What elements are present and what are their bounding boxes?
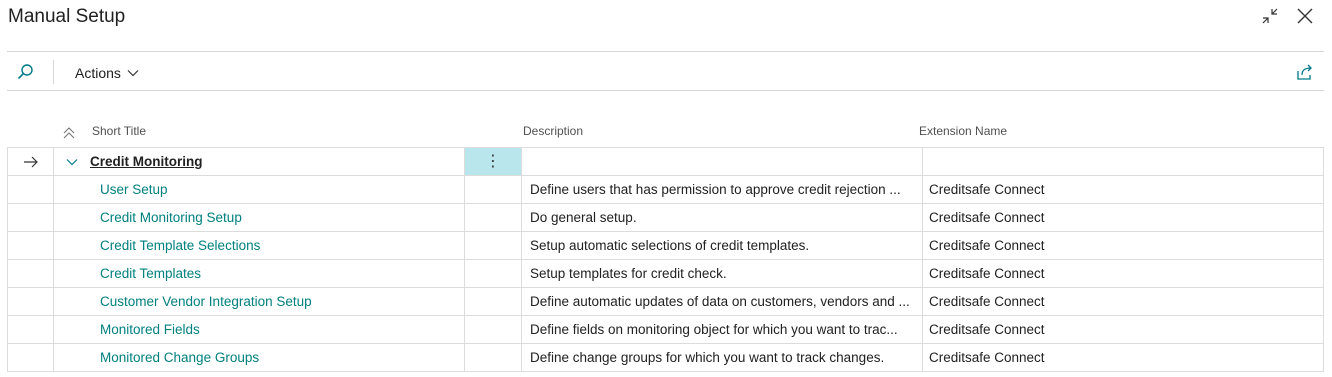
setup-link[interactable]: Monitored Fields xyxy=(54,322,200,337)
close-icon xyxy=(1297,8,1313,24)
page-title: Manual Setup xyxy=(8,6,126,27)
extension-cell: Creditsafe Connect xyxy=(923,260,1324,287)
title-cell: Monitored Fields xyxy=(54,316,465,343)
row-selector[interactable] xyxy=(7,148,54,175)
collapse-button[interactable] xyxy=(1258,5,1282,27)
table-row[interactable]: Monitored Fields Define fields on monito… xyxy=(7,315,1324,343)
description-text: Define change groups for which you want … xyxy=(530,350,885,365)
extension-text: Creditsafe Connect xyxy=(929,322,1045,337)
group-title-cell[interactable]: Credit Monitoring xyxy=(54,148,465,175)
row-menu-cell[interactable] xyxy=(465,344,522,371)
actions-menu-button[interactable]: Actions xyxy=(75,63,139,83)
row-menu-cell[interactable] xyxy=(465,204,522,231)
description-cell: Define automatic updates of data on cust… xyxy=(522,288,923,315)
extension-cell xyxy=(923,148,1324,175)
title-cell: Customer Vendor Integration Setup xyxy=(54,288,465,315)
chevron-down-icon xyxy=(127,70,139,77)
row-selector[interactable] xyxy=(7,316,54,343)
extension-text: Creditsafe Connect xyxy=(929,350,1045,365)
row-menu-cell[interactable] xyxy=(465,176,522,203)
setup-table: Credit Monitoring ⋮ User Setup Define us… xyxy=(7,147,1324,372)
row-menu-cell[interactable] xyxy=(465,232,522,259)
description-text: Setup automatic selections of credit tem… xyxy=(530,238,810,253)
setup-link[interactable]: Credit Templates xyxy=(54,266,201,281)
description-text: Define fields on monitoring object for w… xyxy=(530,322,898,337)
table-row[interactable]: Credit Template Selections Setup automat… xyxy=(7,231,1324,259)
title-cell: Credit Templates xyxy=(54,260,465,287)
title-cell: Credit Template Selections xyxy=(54,232,465,259)
search-icon xyxy=(17,64,33,80)
row-selector[interactable] xyxy=(7,288,54,315)
extension-text: Creditsafe Connect xyxy=(929,266,1045,281)
description-text: Define users that has permission to appr… xyxy=(530,182,901,197)
extension-cell: Creditsafe Connect xyxy=(923,176,1324,203)
column-header-short-title[interactable]: Short Title xyxy=(92,124,146,138)
actions-label: Actions xyxy=(75,65,121,81)
extension-text: Creditsafe Connect xyxy=(929,238,1045,253)
table-row[interactable]: Monitored Change Groups Define change gr… xyxy=(7,343,1324,372)
extension-cell: Creditsafe Connect xyxy=(923,232,1324,259)
description-text: Do general setup. xyxy=(530,210,637,225)
arrow-right-icon xyxy=(23,156,38,167)
description-cell: Setup automatic selections of credit tem… xyxy=(522,232,923,259)
table-row[interactable]: Customer Vendor Integration Setup Define… xyxy=(7,287,1324,315)
group-title[interactable]: Credit Monitoring xyxy=(90,154,202,169)
group-row[interactable]: Credit Monitoring ⋮ xyxy=(7,147,1324,175)
column-header-extension-name[interactable]: Extension Name xyxy=(919,124,1007,138)
table-row[interactable]: Credit Templates Setup templates for cre… xyxy=(7,259,1324,287)
description-cell: Do general setup. xyxy=(522,204,923,231)
title-cell: User Setup xyxy=(54,176,465,203)
manual-setup-page: Manual Setup Actions Short Title Descrip… xyxy=(0,0,1332,377)
setup-link[interactable]: Credit Monitoring Setup xyxy=(54,210,242,225)
collapse-icon xyxy=(1262,8,1278,24)
description-cell xyxy=(522,148,923,175)
extension-text: Creditsafe Connect xyxy=(929,182,1045,197)
row-menu-cell[interactable] xyxy=(465,260,522,287)
row-menu-cell[interactable] xyxy=(465,288,522,315)
description-cell: Define fields on monitoring object for w… xyxy=(522,316,923,343)
setup-link[interactable]: Monitored Change Groups xyxy=(54,350,259,365)
description-text: Define automatic updates of data on cust… xyxy=(530,294,910,309)
title-cell: Monitored Change Groups xyxy=(54,344,465,371)
table-row[interactable]: Credit Monitoring Setup Do general setup… xyxy=(7,203,1324,231)
row-selector[interactable] xyxy=(7,176,54,203)
row-menu-cell[interactable] xyxy=(465,316,522,343)
extension-cell: Creditsafe Connect xyxy=(923,344,1324,371)
close-button[interactable] xyxy=(1293,5,1317,27)
sort-ascending-icon[interactable] xyxy=(62,126,76,140)
extension-cell: Creditsafe Connect xyxy=(923,204,1324,231)
row-selector[interactable] xyxy=(7,232,54,259)
toolbar-separator xyxy=(53,60,54,84)
table-row[interactable]: User Setup Define users that has permiss… xyxy=(7,175,1324,203)
description-cell: Define change groups for which you want … xyxy=(522,344,923,371)
row-selector[interactable] xyxy=(7,204,54,231)
extension-text: Creditsafe Connect xyxy=(929,210,1045,225)
share-icon xyxy=(1297,64,1312,80)
row-selector[interactable] xyxy=(7,260,54,287)
title-cell: Credit Monitoring Setup xyxy=(54,204,465,231)
divider xyxy=(7,51,1324,52)
search-button[interactable] xyxy=(14,61,36,83)
extension-cell: Creditsafe Connect xyxy=(923,288,1324,315)
row-selector[interactable] xyxy=(7,344,54,371)
column-header-description[interactable]: Description xyxy=(523,124,583,138)
description-cell: Setup templates for credit check. xyxy=(522,260,923,287)
extension-text: Creditsafe Connect xyxy=(929,294,1045,309)
description-text: Setup templates for credit check. xyxy=(530,266,727,281)
description-cell: Define users that has permission to appr… xyxy=(522,176,923,203)
setup-link[interactable]: Credit Template Selections xyxy=(54,238,260,253)
extension-cell: Creditsafe Connect xyxy=(923,316,1324,343)
setup-link[interactable]: User Setup xyxy=(54,182,168,197)
row-menu-button[interactable]: ⋮ xyxy=(465,148,522,175)
setup-link[interactable]: Customer Vendor Integration Setup xyxy=(54,294,312,309)
chevron-down-icon[interactable] xyxy=(66,158,78,166)
divider xyxy=(7,90,1324,91)
share-button[interactable] xyxy=(1294,61,1316,83)
more-options-icon: ⋮ xyxy=(485,152,501,170)
